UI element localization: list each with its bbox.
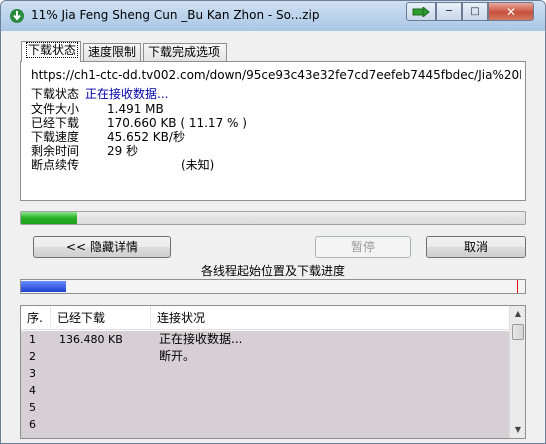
download-progress-bar	[20, 211, 526, 225]
pause-button[interactable]: 暂停	[315, 236, 411, 258]
tab-speed-limit[interactable]: 速度限制	[83, 43, 141, 61]
table-row[interactable]: 4	[21, 382, 509, 399]
idm-arrow-button[interactable]	[406, 2, 436, 21]
scroll-thumb[interactable]	[512, 324, 524, 340]
speed-row: 下载速度 45.652 KB/秒	[31, 130, 185, 144]
progress-fill	[21, 212, 78, 224]
downloaded-value: 170.660 KB ( 11.17 % )	[107, 116, 247, 130]
remaining-row: 剩余时间 29 秒	[31, 144, 138, 158]
resume-value: (未知)	[181, 158, 215, 172]
tab-completion-options[interactable]: 下载完成选项	[143, 43, 227, 61]
info-table: 文件大小 1.491 MB 已经下载 170.660 KB ( 11.17 % ) …	[31, 102, 247, 172]
table-row[interactable]: 3	[21, 365, 509, 382]
list-rows: 1 136.480 KB 正在接收数据... 2 断开。 3 4 5 6	[21, 331, 509, 438]
cancel-button[interactable]: 取消	[426, 236, 526, 258]
file-size-value: 1.491 MB	[107, 102, 164, 116]
status-row: 下载状态 正在接收数据...	[31, 85, 168, 102]
arrow-icon	[412, 6, 430, 17]
minimize-icon: ─	[445, 6, 453, 17]
connection-list[interactable]: 序. 已经下载 连接状况 1 136.480 KB 正在接收数据... 2 断开。 3 4 5…	[20, 305, 526, 439]
tab-label: 下载状态	[26, 42, 79, 58]
status-value: 正在接收数据...	[85, 87, 169, 101]
app-icon	[10, 9, 24, 23]
thread-fill	[21, 281, 67, 292]
threads-label: 各线程起始位置及下载进度	[200, 264, 345, 278]
scroll-down-icon[interactable]: ▼	[510, 422, 525, 438]
speed-value: 45.652 KB/秒	[107, 130, 185, 144]
tab-download-status[interactable]: 下载状态	[21, 41, 81, 62]
scroll-up-icon[interactable]: ▲	[510, 306, 525, 322]
table-row[interactable]: 2 断开。	[21, 348, 509, 365]
column-header-status[interactable]: 连接状况	[151, 306, 509, 330]
vertical-scrollbar[interactable]: ▲ ▼	[509, 306, 525, 438]
table-row[interactable]: 5	[21, 399, 509, 416]
thread-start-marker	[517, 280, 518, 293]
remaining-value: 29 秒	[107, 144, 139, 158]
download-dialog: 11% Jia Feng Sheng Cun _Bu Kan Zhon - So…	[0, 0, 546, 444]
row-status: 正在接收数据...	[159, 332, 243, 346]
window-title: 11% Jia Feng Sheng Cun _Bu Kan Zhon - So…	[31, 8, 320, 22]
close-button[interactable]: ✕	[488, 2, 534, 21]
status-label: 下载状态	[31, 87, 80, 101]
hide-details-button[interactable]: << 隐藏详情	[33, 236, 171, 258]
downloaded-row: 已经下载 170.660 KB ( 11.17 % )	[31, 116, 247, 130]
resume-row: 断点续传 (未知)	[31, 158, 214, 172]
maximize-button[interactable]: □	[462, 2, 488, 21]
status-panel: https://ch1-ctc-dd.tv002.com/down/95ce93…	[20, 61, 526, 201]
tab-label: 下载完成选项	[148, 45, 221, 59]
tab-label: 速度限制	[88, 45, 137, 59]
column-header-downloaded[interactable]: 已经下载	[51, 306, 151, 330]
downloaded-label: 已经下载	[31, 116, 80, 130]
table-row[interactable]: 6	[21, 416, 509, 433]
row-index: 1	[29, 333, 36, 346]
resume-label: 断点续传	[31, 158, 80, 172]
close-icon: ✕	[505, 4, 517, 19]
title-bar[interactable]: 11% Jia Feng Sheng Cun _Bu Kan Zhon - So…	[1, 1, 545, 31]
row-downloaded: 136.480 KB	[59, 333, 123, 346]
row-index: 3	[29, 367, 36, 380]
file-size-row: 文件大小 1.491 MB	[31, 102, 164, 116]
download-url: https://ch1-ctc-dd.tv002.com/down/95ce93…	[31, 68, 521, 82]
dialog-body: 下载状态 速度限制 下载完成选项 https://ch1-ctc-dd.tv00…	[7, 31, 539, 439]
file-size-label: 文件大小	[31, 102, 80, 116]
table-row[interactable]: 1 136.480 KB 正在接收数据...	[21, 331, 509, 348]
row-index: 6	[29, 418, 36, 431]
row-status: 断开。	[159, 349, 196, 363]
thread-progress-bar	[20, 279, 526, 294]
row-index: 4	[29, 384, 36, 397]
row-index: 2	[29, 350, 36, 363]
list-header: 序. 已经下载 连接状况	[21, 306, 509, 330]
speed-label: 下载速度	[31, 130, 80, 144]
maximize-icon: □	[470, 6, 480, 17]
remaining-label: 剩余时间	[31, 144, 80, 158]
minimize-button[interactable]: ─	[436, 2, 462, 21]
column-header-index[interactable]: 序.	[21, 306, 51, 330]
row-index: 5	[29, 401, 36, 414]
